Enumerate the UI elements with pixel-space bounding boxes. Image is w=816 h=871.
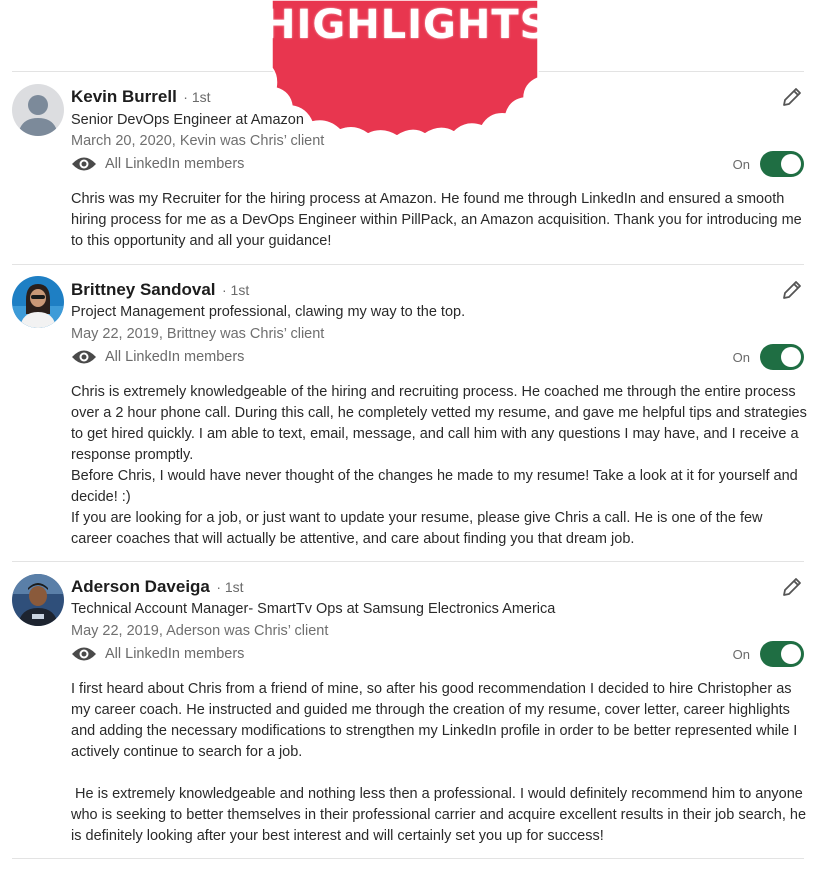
show-recommendation-toggle[interactable]: [760, 151, 804, 177]
recommendation-text: Chris was my Recruiter for the hiring pr…: [71, 189, 807, 252]
toggle-knob: [781, 347, 801, 367]
connection-degree: · 1st: [216, 579, 244, 595]
avatar-photo[interactable]: [12, 574, 64, 626]
show-toggle-wrap: On: [733, 344, 804, 370]
recommender-headline: Technical Account Manager- SmartTv Ops a…: [71, 601, 556, 617]
visibility-row: All LinkedIn members: [71, 346, 244, 368]
recommender-name[interactable]: Aderson Daveiga: [71, 577, 210, 596]
divider: [12, 264, 804, 265]
visibility-label: All LinkedIn members: [105, 349, 245, 365]
toggle-knob: [781, 644, 801, 664]
connection-degree: · 1st: [183, 89, 211, 105]
recommendation-paragraph: He is extremely knowledgeable and nothin…: [71, 786, 811, 844]
recommendation-paragraph: Before Chris, I would have never thought…: [71, 468, 798, 505]
visibility-label: All LinkedIn members: [105, 156, 245, 172]
show-toggle-wrap: On: [733, 641, 804, 667]
show-recommendation-toggle[interactable]: [760, 344, 804, 370]
connection-degree: · 1st: [222, 282, 250, 298]
recommender-name[interactable]: Brittney Sandoval: [71, 280, 216, 299]
recommender-name[interactable]: Kevin Burrell: [71, 87, 177, 106]
recommender-name-line: Brittney Sandoval · 1st: [71, 280, 249, 300]
avatar-placeholder[interactable]: [12, 84, 64, 136]
recommender-headline: Project Management professional, clawing…: [71, 304, 466, 320]
banner-title: HIGHLIGHTS: [262, 2, 550, 48]
recommender-name-line: Aderson Daveiga · 1st: [71, 577, 244, 597]
toggle-label: On: [732, 646, 750, 662]
show-recommendation-toggle[interactable]: [760, 641, 804, 667]
recommender-name-line: Kevin Burrell · 1st: [71, 87, 211, 107]
edit-pencil-icon[interactable]: [780, 575, 804, 599]
show-toggle-wrap: On: [733, 151, 804, 177]
recommendation-date: May 22, 2019, Aderson was Chris’ client: [71, 623, 329, 639]
eye-icon: [71, 348, 97, 366]
toggle-label: On: [732, 349, 750, 365]
visibility-label: All LinkedIn members: [105, 646, 245, 662]
eye-icon: [71, 645, 97, 663]
avatar-photo[interactable]: [12, 276, 64, 328]
recommendation-paragraph: If you are looking for a job, or just wa…: [71, 510, 763, 547]
toggle-knob: [781, 154, 801, 174]
edit-pencil-icon[interactable]: [780, 85, 804, 109]
divider: [12, 858, 804, 859]
recommendation-paragraph: Chris was my Recruiter for the hiring pr…: [71, 191, 802, 249]
toggle-label: On: [732, 156, 750, 172]
eye-icon: [71, 155, 97, 173]
recommendation-text: I first heard about Chris from a friend …: [71, 679, 807, 847]
highlights-banner: HIGHLIGHTS: [262, 0, 548, 145]
recommendation-paragraph: Chris is extremely knowledgeable of the …: [71, 384, 807, 463]
visibility-row: All LinkedIn members: [71, 153, 244, 175]
recommendation-date: May 22, 2019, Brittney was Chris’ client: [71, 326, 325, 342]
recommendation-paragraph: I first heard about Chris from a friend …: [71, 681, 798, 760]
visibility-row: All LinkedIn members: [71, 643, 244, 665]
edit-pencil-icon[interactable]: [780, 278, 804, 302]
recommendation-text: Chris is extremely knowledgeable of the …: [71, 382, 807, 550]
divider: [12, 561, 804, 562]
